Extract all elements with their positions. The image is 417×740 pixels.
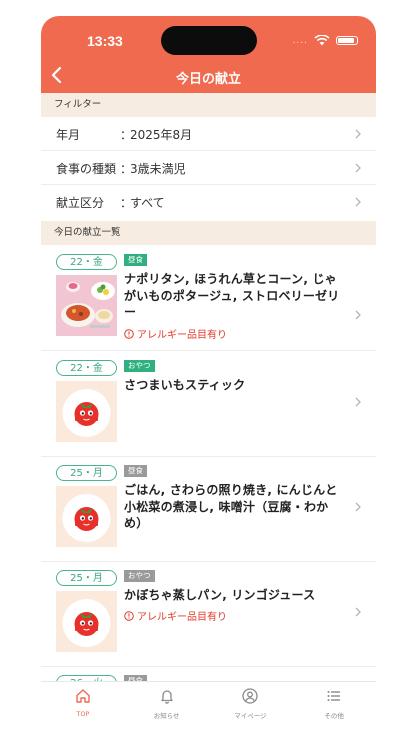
chevron-right-icon — [355, 502, 361, 512]
menu-list-item[interactable]: 25・月 昼食 ごはん, さわらの照り焼き, にんじんと小松菜の煮浸し, 味噌汁… — [41, 457, 376, 562]
menu-list-icon — [327, 691, 341, 701]
alert-circle-icon — [124, 610, 134, 621]
user-icon — [242, 688, 259, 704]
home-icon — [76, 689, 90, 703]
meal-type-tag: おやつ — [124, 570, 155, 582]
date-badge: 25・月 — [56, 570, 117, 586]
signal-icon: .... — [292, 35, 308, 46]
food-photo-image — [56, 275, 117, 336]
filter-label: 食事の種類 — [56, 162, 117, 176]
meal-type-tag: おやつ — [124, 360, 155, 372]
filter-row-year-month[interactable]: 年月 ： 2025年8月 — [41, 117, 376, 151]
page-title: 今日の献立 — [175, 72, 241, 87]
date-badge: 25・月 — [56, 465, 117, 481]
chevron-right-icon — [355, 607, 361, 617]
menu-title: ごはん, さわらの照り焼き, にんじんと小松菜の煮浸し, 味噌汁（豆腐・わかめ） — [124, 483, 338, 530]
filter-label: 年月 — [56, 128, 81, 142]
allergy-text: アレルギー品目有り — [137, 612, 227, 623]
wifi-icon — [314, 35, 330, 46]
food-photo — [56, 275, 117, 336]
tab-notifications[interactable]: お知らせ — [125, 682, 209, 723]
chevron-right-icon — [355, 397, 361, 407]
filter-row-meal-kind[interactable]: 食事の種類 ： 3歳未満児 — [41, 151, 376, 185]
tomato-mascot-icon — [62, 494, 111, 542]
filter-value: 3歳未満児 — [130, 162, 186, 176]
allergy-notice: アレルギー品目有り — [124, 608, 227, 623]
tomato-mascot-icon — [62, 389, 111, 437]
tab-label: TOP — [76, 710, 90, 718]
filter-section-header: フィルター — [41, 93, 376, 117]
dynamic-island — [161, 26, 257, 55]
status-time: 13:33 — [87, 33, 123, 49]
chevron-right-icon — [355, 197, 361, 207]
meal-type-tag: 昼食 — [124, 465, 147, 477]
app-header: 13:33 .... 今日の献立 — [41, 16, 376, 93]
chevron-right-icon — [355, 163, 361, 173]
app-screen: 13:33 .... 今日の献立 フィルター 年月 ： 2025年8月 食事の種… — [41, 16, 376, 723]
allergy-notice: アレルギー品目有り — [124, 326, 227, 341]
allergy-text: アレルギー品目有り — [137, 330, 227, 341]
menu-title: さつまいもスティック — [124, 378, 246, 392]
menu-list-item[interactable]: 25・月 おやつ かぼちゃ蒸しパン, リンゴジュース アレルギー品目有り — [41, 562, 376, 667]
menu-list-section-header: 今日の献立一覧 — [41, 221, 376, 245]
menu-title: ナポリタン, ほうれん草とコーン, じゃがいものポタージュ, ストロベリーゼリー — [124, 272, 340, 319]
chevron-right-icon — [355, 310, 361, 320]
bell-icon — [160, 690, 173, 704]
status-icons: .... — [293, 35, 358, 46]
filter-row-menu-category[interactable]: 献立区分 ： すべて — [41, 185, 376, 219]
filter-label: 献立区分 — [56, 196, 105, 210]
menu-list-item[interactable]: 22・金 昼食 ナポリタン, ほうれん草とコーン, じゃがいものポタージュ, ス… — [41, 246, 376, 351]
tab-top[interactable]: TOP — [41, 682, 125, 723]
alert-circle-icon — [124, 328, 134, 339]
menu-title: かぼちゃ蒸しパン, リンゴジュース — [124, 588, 316, 602]
date-badge: 22・金 — [56, 254, 117, 270]
tomato-placeholder-image — [56, 591, 117, 652]
tab-label: その他 — [324, 712, 344, 720]
tab-label: マイページ — [234, 712, 267, 720]
tomato-placeholder-image — [56, 381, 117, 442]
date-badge: 22・金 — [56, 360, 117, 376]
tomato-mascot-icon — [62, 599, 111, 647]
filter-value: すべて — [130, 196, 165, 210]
chevron-right-icon — [355, 129, 361, 139]
tab-other[interactable]: その他 — [292, 682, 376, 723]
tomato-placeholder-image — [56, 486, 117, 547]
tab-label: お知らせ — [153, 712, 180, 720]
battery-icon — [336, 36, 358, 45]
menu-list-item[interactable]: 22・金 おやつ さつまいもスティック — [41, 352, 376, 457]
tab-mypage[interactable]: マイページ — [209, 682, 293, 723]
bottom-tab-bar: TOP お知らせ マイページ その他 — [41, 681, 376, 723]
filter-value: 2025年8月 — [130, 128, 193, 142]
meal-type-tag: 昼食 — [124, 254, 147, 266]
